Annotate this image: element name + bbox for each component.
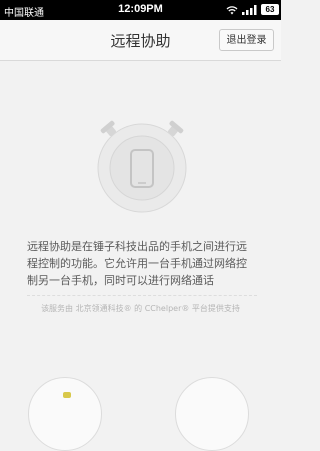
logout-button[interactable]: 退出登录 [219, 29, 274, 51]
divider [27, 295, 257, 296]
request-help-button[interactable] [28, 377, 102, 451]
offer-help-button[interactable] [175, 377, 249, 451]
status-time: 12:09PM [118, 3, 163, 15]
app-header: 远程协助 退出登录 [0, 20, 281, 61]
request-help-icon [63, 392, 71, 398]
phone-stopwatch-icon [97, 120, 187, 213]
battery-indicator: 63 [261, 4, 279, 15]
feature-description: 远程协助是在锤子科技出品的手机之间进行远程控制的功能。它允许用一台手机通过网络控… [27, 240, 247, 287]
wifi-icon [226, 6, 238, 15]
provider-credit: 该服务由 北京领通科技® 的 CChelper® 平台提供支持 [41, 304, 240, 313]
signal-icon [242, 5, 257, 15]
status-bar: 中国联通 12:09PM 63 [0, 0, 281, 20]
